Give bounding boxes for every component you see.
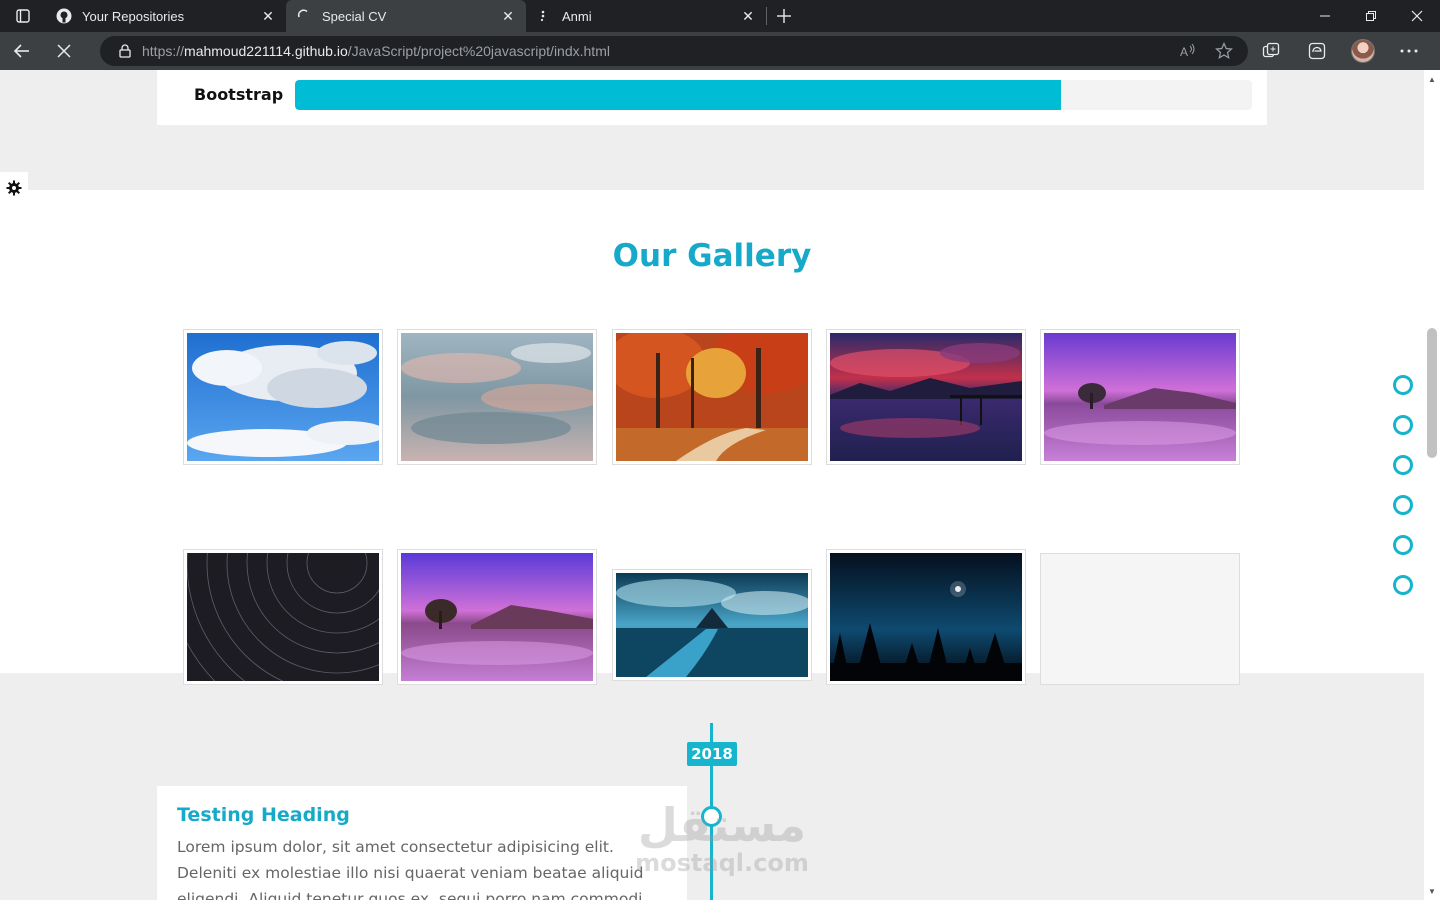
new-tab-button[interactable] <box>767 0 801 32</box>
scroll-thumb[interactable] <box>1427 328 1437 458</box>
address-bar[interactable]: https://mahmoud221114.github.io/JavaScri… <box>100 36 1248 66</box>
minimize-icon <box>1320 15 1330 17</box>
tab-your-repositories[interactable]: Your Repositories ✕ <box>46 0 286 32</box>
window-controls <box>1302 0 1440 32</box>
tab-label: Anmi <box>562 8 592 24</box>
watermark-latin: mostaql.com <box>635 849 809 877</box>
github-icon <box>56 8 72 24</box>
dots-icon <box>536 8 552 24</box>
collections-button[interactable] <box>1248 32 1294 70</box>
close-icon[interactable]: ✕ <box>740 8 756 24</box>
skills-card: Bootstrap <box>157 70 1267 125</box>
nav-bullet[interactable] <box>1393 375 1413 395</box>
url-host: mahmoud221114.github.io <box>184 43 348 59</box>
restore-button[interactable] <box>1348 0 1394 32</box>
arrow-left-icon <box>13 44 29 58</box>
page-scrollbar[interactable]: ▲ ▼ <box>1424 70 1440 900</box>
skill-progress-fill <box>295 80 1061 110</box>
gallery-image-night-forest-moon[interactable] <box>826 549 1026 685</box>
tab-label: Your Repositories <box>82 8 185 24</box>
gallery-image-pastel-cloudy-sky[interactable] <box>397 329 601 465</box>
plus-icon <box>777 9 791 23</box>
watermark-arabic: مستقل <box>637 798 807 852</box>
browser-essentials-button[interactable] <box>1294 32 1340 70</box>
url-scheme: https:// <box>142 43 185 59</box>
collections-icon <box>1262 42 1280 58</box>
address-bar-actions: A <box>1170 36 1242 66</box>
toolbar-right <box>1248 32 1432 70</box>
skill-name: Bootstrap <box>194 85 284 104</box>
svg-text:A: A <box>1180 45 1188 59</box>
tab-anmi[interactable]: Anmi ✕ <box>526 0 766 32</box>
gallery-title: Our Gallery <box>612 238 812 274</box>
loading-spinner-icon <box>296 8 312 24</box>
gallery-image-star-trails-night[interactable] <box>166 392 508 734</box>
gallery-image-river-to-mountain-castle[interactable] <box>612 569 812 681</box>
timeline-card: Testing Heading Lorem ipsum dolor, sit a… <box>157 786 687 900</box>
back-button[interactable] <box>0 32 44 70</box>
gallery-image-autumn-forest-path[interactable] <box>606 323 821 465</box>
close-icon <box>1411 10 1423 22</box>
timeline-year-badge: 2018 <box>687 742 737 766</box>
timeline-heading: Testing Heading <box>177 804 350 826</box>
tab-actions-button[interactable] <box>0 0 46 32</box>
settings-toggle[interactable] <box>0 172 28 204</box>
scroll-down-arrow-icon[interactable]: ▼ <box>1424 884 1440 898</box>
section-nav-bullets <box>1393 375 1413 615</box>
gallery-section: Our Gallery <box>0 190 1424 734</box>
nav-bullet[interactable] <box>1393 495 1413 515</box>
minimize-button[interactable] <box>1302 0 1348 32</box>
browser-toolbar: https://mahmoud221114.github.io/JavaScri… <box>0 32 1440 70</box>
gear-icon <box>6 180 22 196</box>
close-icon <box>57 44 71 58</box>
browser-tab-bar: Your Repositories ✕ Special CV ✕ Anmi ✕ <box>0 0 1440 32</box>
favorite-star-icon[interactable] <box>1206 36 1242 66</box>
nav-bullet[interactable] <box>1393 535 1413 555</box>
gallery-image-purple-lake-tree[interactable] <box>1040 329 1240 465</box>
tab-actions-icon <box>16 9 30 23</box>
nav-bullet[interactable] <box>1393 455 1413 475</box>
gallery-image-empty-placeholder[interactable] <box>1040 553 1240 685</box>
lock-icon[interactable] <box>108 36 142 66</box>
restore-icon <box>1366 11 1376 21</box>
skill-progress-bar <box>295 80 1252 110</box>
watermark-logo: مستقل mostaql.com <box>632 800 812 890</box>
gallery-image-sunset-lake-pier[interactable] <box>826 329 1026 465</box>
url-text: https://mahmoud221114.github.io/JavaScri… <box>142 43 610 59</box>
close-icon[interactable]: ✕ <box>260 8 276 24</box>
tab-label: Special CV <box>322 8 387 24</box>
avatar <box>1351 39 1375 63</box>
nav-bullet[interactable] <box>1393 415 1413 435</box>
read-aloud-icon[interactable]: A <box>1170 36 1206 66</box>
page-viewport: Bootstrap Our Gallery 2018 Testing Headi… <box>0 70 1424 900</box>
more-menu-button[interactable] <box>1386 32 1432 70</box>
gallery-image-purple-lake-tree-2[interactable] <box>397 549 597 685</box>
more-dots-icon <box>1400 49 1418 53</box>
tab-special-cv[interactable]: Special CV ✕ <box>286 0 526 32</box>
profile-button[interactable] <box>1340 32 1386 70</box>
edge-essentials-icon <box>1308 42 1326 60</box>
gallery-image-clouds-blue-sky[interactable] <box>183 329 387 465</box>
url-path: /JavaScript/project%20javascript/indx.ht… <box>347 43 610 59</box>
nav-bullet[interactable] <box>1393 575 1413 595</box>
close-icon[interactable]: ✕ <box>500 8 516 24</box>
stop-loading-button[interactable] <box>42 32 86 70</box>
close-window-button[interactable] <box>1394 0 1440 32</box>
timeline-text: Lorem ipsum dolor, sit amet consectetur … <box>177 838 644 900</box>
scroll-up-arrow-icon[interactable]: ▲ <box>1424 72 1440 86</box>
